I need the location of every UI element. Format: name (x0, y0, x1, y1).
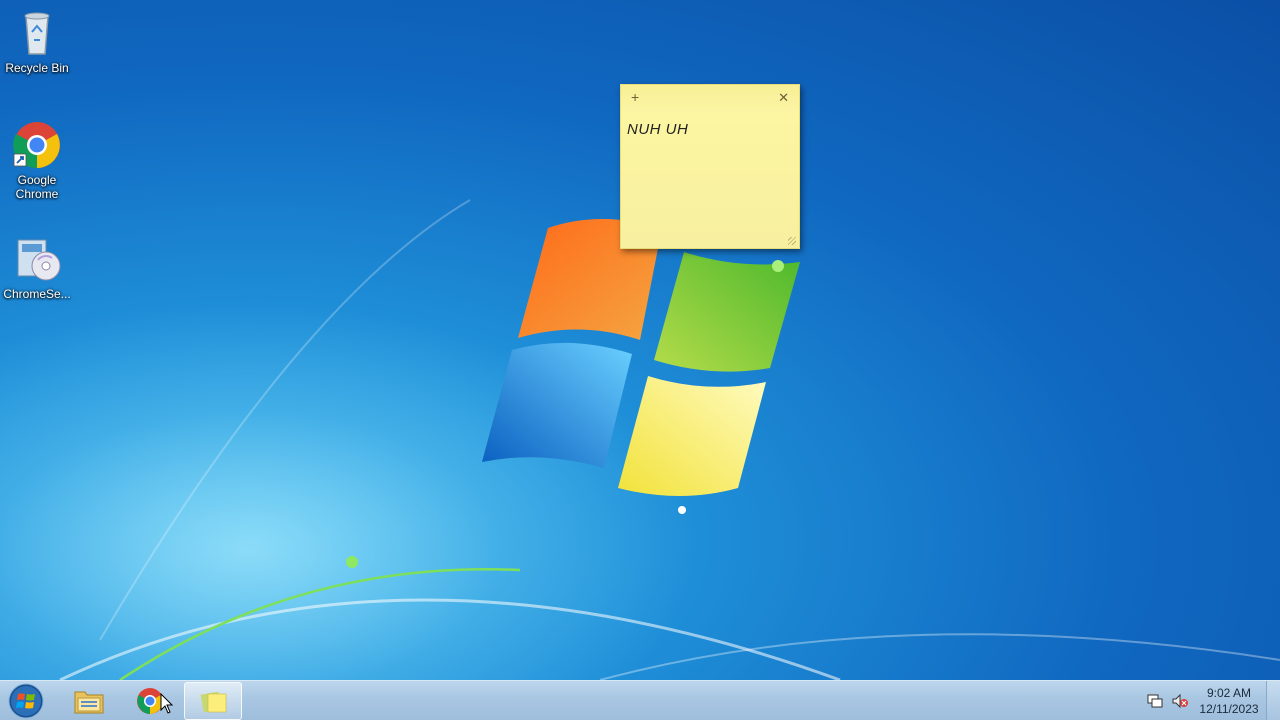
sticky-notes-icon (200, 691, 227, 713)
taskbar: 9:02 AM 12/11/2023 (0, 680, 1280, 720)
new-note-button[interactable]: + (631, 89, 639, 105)
clock-time: 9:02 AM (1206, 686, 1252, 700)
desktop-icon-label: ChromeSe... (3, 287, 71, 301)
resize-grip[interactable] (788, 237, 796, 245)
mouse-cursor-icon (160, 693, 174, 714)
volume-muted-icon[interactable] (1171, 693, 1189, 709)
network-icon[interactable] (1146, 693, 1164, 709)
sticky-note-title-bar[interactable]: + ✕ (621, 85, 799, 111)
show-desktop-button[interactable] (1266, 681, 1280, 720)
folder-icon (74, 691, 104, 714)
windows-start-orb-icon (8, 683, 44, 719)
recycle-bin-icon (24, 12, 50, 55)
system-clock[interactable]: 9:02 AM 12/11/2023 (1196, 685, 1262, 717)
taskbar-windows-explorer[interactable] (60, 682, 118, 720)
clock-date: 12/11/2023 (1199, 702, 1259, 716)
installer-icon (17, 239, 61, 281)
sticky-note-window[interactable]: + ✕ NUH UH (620, 84, 800, 249)
sticky-note-text[interactable]: NUH UH (621, 111, 799, 148)
desktop-icon-recycle-bin[interactable]: Recycle Bin (0, 8, 74, 75)
close-note-button[interactable]: ✕ (778, 90, 789, 106)
desktop-icon-google-chrome[interactable]: Google Chrome (0, 120, 74, 201)
desktop-icon-label: Recycle Bin (5, 61, 69, 75)
desktop-icon-label: Google Chrome (15, 173, 59, 201)
start-button[interactable] (4, 682, 48, 720)
desktop-icon-chromesetup[interactable]: ChromeSe... (0, 234, 74, 301)
taskbar-sticky-notes[interactable] (184, 682, 242, 720)
chrome-icon (13, 122, 60, 169)
